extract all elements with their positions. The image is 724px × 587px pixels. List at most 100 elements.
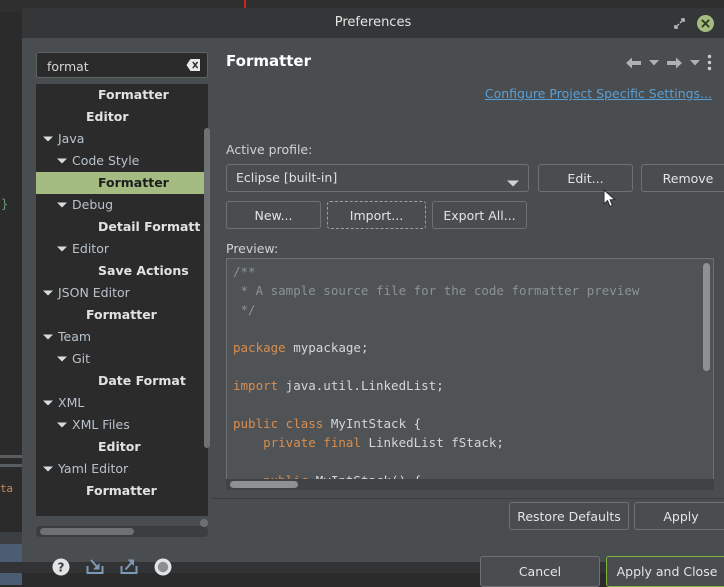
sidebar-item-code-style[interactable]: Code Style xyxy=(36,150,208,172)
background-editor-strip: } ta xyxy=(0,12,22,585)
forward-arrow-icon[interactable] xyxy=(666,56,683,70)
chevron-down-icon[interactable] xyxy=(56,238,68,260)
help-icon[interactable]: ? xyxy=(50,556,72,578)
formatter-preview[interactable]: /** * A sample source file for the code … xyxy=(226,258,714,486)
code-token: MyIntStack { xyxy=(323,416,422,431)
forward-history-chevron-icon[interactable] xyxy=(690,59,700,66)
settings-tree[interactable]: Formatter Editor Java Code Style Formatter De… xyxy=(36,84,208,516)
sidebar-item-label: Formatter xyxy=(86,307,157,322)
chevron-down-icon[interactable] xyxy=(42,458,54,480)
import-profile-button[interactable]: Import... xyxy=(327,201,426,229)
sidebar-item-label: Git xyxy=(72,351,91,366)
sidebar-item-label: Java xyxy=(58,131,85,146)
apply-button[interactable]: Apply xyxy=(634,502,724,530)
dialog-titlebar[interactable]: Preferences xyxy=(22,8,724,38)
code-line: * A sample source file for the code form… xyxy=(233,281,640,300)
chevron-down-icon[interactable] xyxy=(42,282,54,304)
sidebar-item-editor[interactable]: Editor xyxy=(36,106,208,128)
sidebar-item-label: Date Format xyxy=(98,373,186,388)
code-token: java.util.LinkedList; xyxy=(278,378,444,393)
sidebar-item-label: Detail Formatt xyxy=(98,219,201,234)
new-profile-button[interactable]: New... xyxy=(226,201,321,229)
preview-code: /** * A sample source file for the code … xyxy=(233,262,640,485)
close-icon[interactable] xyxy=(697,15,714,32)
chevron-down-icon[interactable] xyxy=(56,348,68,370)
sidebar-item-formatter[interactable]: Formatter xyxy=(36,304,208,326)
sidebar-item-java[interactable]: Java xyxy=(36,128,208,150)
export-all-profiles-button[interactable]: Export All... xyxy=(432,201,527,229)
tree-vertical-scrollbar[interactable] xyxy=(204,128,210,448)
sidebar-item-editor[interactable]: Editor xyxy=(36,238,208,260)
active-profile-dropdown[interactable]: Eclipse [built-in] xyxy=(226,164,529,192)
apply-and-close-button[interactable]: Apply and Close xyxy=(606,556,724,587)
sidebar-item-xml[interactable]: XML xyxy=(36,392,208,414)
sidebar-item-formatter[interactable]: Formatter xyxy=(36,480,208,502)
footer-divider xyxy=(212,498,724,499)
restore-icon[interactable] xyxy=(671,15,688,32)
chevron-down-icon[interactable] xyxy=(42,392,54,414)
background-rule-1 xyxy=(0,455,22,458)
sidebar-item-date-format[interactable]: Date Format xyxy=(36,370,208,392)
sidebar-item-detail-formatt[interactable]: Detail Formatt xyxy=(36,216,208,238)
sidebar-item-label: JSON Editor xyxy=(58,285,130,300)
code-token: import xyxy=(233,378,279,393)
sidebar-item-label: Formatter xyxy=(86,483,157,498)
preferences-actions: ? xyxy=(50,556,174,578)
sidebar-item-formatter[interactable]: Formatter xyxy=(36,172,208,194)
preview-horizontal-scrollbar-track[interactable] xyxy=(226,479,714,490)
back-arrow-icon[interactable] xyxy=(625,56,642,70)
background-code-glyph: } xyxy=(1,197,9,211)
chevron-down-icon[interactable] xyxy=(56,194,68,216)
sidebar-item-label: Editor xyxy=(72,241,109,256)
sidebar-item-label: Editor xyxy=(98,439,141,454)
preview-vertical-scrollbar[interactable] xyxy=(703,263,710,371)
sidebar-item-label: XML Files xyxy=(72,417,130,432)
sidebar-item-yaml-editor[interactable]: Yaml Editor xyxy=(36,458,208,480)
sidebar-item-label: XML xyxy=(58,395,85,410)
screen: } ta Preferences format Formatter Editor… xyxy=(0,0,724,587)
overflow-menu-icon[interactable] xyxy=(707,54,712,71)
code-token: LinkedList fStack; xyxy=(360,435,504,450)
background-rule-2 xyxy=(0,464,22,467)
code-line: package mypackage; xyxy=(233,338,639,357)
code-line: /** xyxy=(233,262,639,281)
chevron-down-icon[interactable] xyxy=(42,326,54,348)
back-history-chevron-icon[interactable] xyxy=(649,59,659,66)
settings-content-panel: Formatter Configure Project Specific Set… xyxy=(212,38,724,587)
cancel-button[interactable]: Cancel xyxy=(480,556,600,587)
remove-profile-button[interactable]: Remove xyxy=(641,164,724,192)
edit-profile-button[interactable]: Edit... xyxy=(538,164,633,192)
chevron-down-icon[interactable] xyxy=(56,150,68,172)
search-input[interactable] xyxy=(45,53,179,79)
export-preferences-icon[interactable] xyxy=(118,556,140,578)
clear-icon[interactable] xyxy=(186,58,201,72)
code-token: package xyxy=(233,340,286,355)
chevron-down-icon[interactable] xyxy=(56,414,68,436)
import-preferences-icon[interactable] xyxy=(84,556,106,578)
sidebar-item-label: Save Actions xyxy=(98,263,189,278)
code-line: */ xyxy=(233,300,639,319)
preview-horizontal-scrollbar[interactable] xyxy=(230,481,298,488)
sidebar-item-team[interactable]: Team xyxy=(36,326,208,348)
tree-resize-grip xyxy=(200,519,208,527)
search-box[interactable] xyxy=(36,52,208,79)
sidebar-item-label: Team xyxy=(58,329,92,344)
sidebar-item-label: Code Style xyxy=(72,153,140,168)
sidebar-item-formatter[interactable]: Formatter xyxy=(36,84,208,106)
sidebar-item-debug[interactable]: Debug xyxy=(36,194,208,216)
configure-project-specific-settings-link[interactable]: Configure Project Specific Settings... xyxy=(485,86,712,101)
sidebar-item-json-editor[interactable]: JSON Editor xyxy=(36,282,208,304)
tree-horizontal-scrollbar-track[interactable] xyxy=(36,526,208,537)
restore-defaults-button[interactable]: Restore Defaults xyxy=(509,502,629,530)
sidebar-item-editor[interactable]: Editor xyxy=(36,436,208,458)
tree-horizontal-scrollbar[interactable] xyxy=(40,528,134,535)
filter-icon[interactable] xyxy=(152,556,174,578)
sidebar-item-git[interactable]: Git xyxy=(36,348,208,370)
sidebar-item-xml-files[interactable]: XML Files xyxy=(36,414,208,436)
chevron-down-icon[interactable] xyxy=(42,128,54,150)
code-line: private final LinkedList fStack; xyxy=(233,433,639,452)
sidebar-item-save-actions[interactable]: Save Actions xyxy=(36,260,208,282)
